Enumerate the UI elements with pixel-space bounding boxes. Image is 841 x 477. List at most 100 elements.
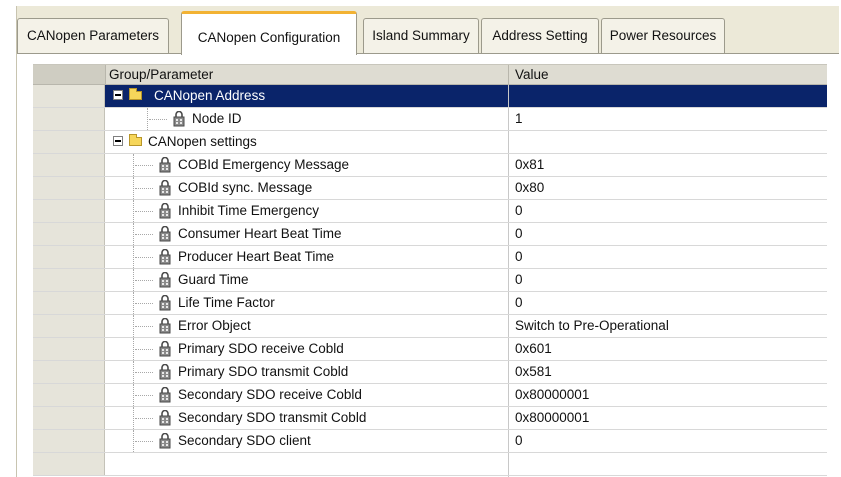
folder-icon (129, 88, 142, 100)
value-cell[interactable]: 0x81 (508, 154, 827, 176)
row-selector[interactable] (33, 292, 105, 314)
row-selector[interactable] (33, 430, 105, 452)
parameter-row[interactable]: Secondary SDO client 0 (33, 430, 827, 453)
tab-island-summary[interactable]: Island Summary (363, 18, 479, 53)
value-cell[interactable]: 0x80000001 (508, 407, 827, 429)
parameter-row[interactable]: Node ID 1 (33, 108, 827, 131)
parameter-row[interactable]: Inhibit Time Emergency 0 (33, 200, 827, 223)
parameter-row[interactable]: Error Object Switch to Pre-Operational (33, 315, 827, 338)
parameter-cell[interactable]: COBId Emergency Message (105, 154, 508, 176)
row-selector[interactable] (33, 154, 105, 176)
lock-icon (159, 225, 171, 242)
parameter-cell[interactable]: Node ID (105, 108, 508, 130)
tree-connector (135, 441, 153, 442)
tab-underline (17, 53, 839, 54)
header-group-parameter[interactable]: Group/Parameter (109, 65, 213, 84)
parameter-label: Node ID (192, 111, 242, 126)
tree-line (133, 407, 134, 429)
row-selector[interactable] (33, 108, 105, 130)
value-cell[interactable]: 0x581 (508, 361, 827, 383)
tree-line (133, 430, 134, 452)
row-selector[interactable] (33, 223, 105, 245)
parameter-cell[interactable]: Consumer Heart Beat Time (105, 223, 508, 245)
parameter-value: 0x80000001 (515, 387, 590, 402)
tree-connector (135, 303, 153, 304)
parameter-row[interactable]: COBId Emergency Message 0x81 (33, 154, 827, 177)
parameter-cell[interactable]: COBId sync. Message (105, 177, 508, 199)
tab-canopen-parameters[interactable]: CANopen Parameters (17, 18, 169, 53)
value-cell[interactable]: 1 (508, 108, 827, 130)
value-cell[interactable]: 0x601 (508, 338, 827, 360)
parameter-value: 0x601 (515, 341, 552, 356)
parameter-cell[interactable]: Secondary SDO client (105, 430, 508, 452)
parameter-cell[interactable]: Secondary SDO receive Cobld (105, 384, 508, 406)
value-cell[interactable]: Switch to Pre-Operational (508, 315, 827, 337)
tab-bar: CANopen Parameters CANopen Configuration… (17, 6, 839, 55)
value-cell[interactable]: 0 (508, 223, 827, 245)
row-selector[interactable] (33, 246, 105, 268)
group-cell[interactable]: CANopen settings (105, 131, 508, 153)
parameter-row[interactable]: Primary SDO transmit Cobld 0x581 (33, 361, 827, 384)
row-selector[interactable] (33, 85, 105, 107)
parameter-cell[interactable]: Producer Heart Beat Time (105, 246, 508, 268)
parameter-row[interactable]: Consumer Heart Beat Time 0 (33, 223, 827, 246)
parameter-row[interactable]: Producer Heart Beat Time 0 (33, 246, 827, 269)
parameter-label: Life Time Factor (178, 295, 275, 310)
value-cell[interactable]: 0 (508, 246, 827, 268)
value-cell[interactable]: 0x80 (508, 177, 827, 199)
row-selector[interactable] (33, 315, 105, 337)
group-row[interactable]: CANopen settings (33, 131, 827, 154)
value-cell[interactable]: 0x80000001 (508, 384, 827, 406)
parameter-cell[interactable]: Inhibit Time Emergency (105, 200, 508, 222)
row-selector[interactable] (33, 338, 105, 360)
parameter-label: Consumer Heart Beat Time (178, 226, 342, 241)
lock-icon (159, 294, 171, 311)
collapse-icon[interactable] (113, 90, 123, 100)
parameter-value: 1 (515, 111, 523, 126)
lock-icon (159, 386, 171, 403)
header-value[interactable]: Value (508, 65, 827, 84)
value-cell[interactable]: 0 (508, 200, 827, 222)
empty-row (33, 453, 827, 476)
parameter-row[interactable]: Guard Time 0 (33, 269, 827, 292)
group-cell[interactable]: CANopen Address (105, 85, 508, 107)
parameter-cell[interactable]: Guard Time (105, 269, 508, 291)
parameter-label: Inhibit Time Emergency (178, 203, 320, 218)
row-selector[interactable] (33, 200, 105, 222)
group-row[interactable]: CANopen Address (33, 85, 827, 108)
folder-icon (129, 134, 142, 146)
parameter-cell[interactable]: Error Object (105, 315, 508, 337)
parameter-row[interactable]: Primary SDO receive Cobld 0x601 (33, 338, 827, 361)
row-selector[interactable] (33, 407, 105, 429)
group-label: CANopen settings (148, 134, 257, 149)
parameter-row[interactable]: COBId sync. Message 0x80 (33, 177, 827, 200)
parameter-cell[interactable]: Primary SDO receive Cobld (105, 338, 508, 360)
tree-line (133, 223, 134, 245)
tree-line (133, 361, 134, 383)
parameter-cell[interactable]: Secondary SDO transmit Cobld (105, 407, 508, 429)
tab-canopen-configuration[interactable]: CANopen Configuration (181, 11, 357, 55)
row-selector[interactable] (33, 131, 105, 153)
tab-address-setting[interactable]: Address Setting (481, 18, 599, 53)
tab-power-resources[interactable]: Power Resources (601, 18, 725, 53)
parameter-label: Secondary SDO client (178, 433, 311, 448)
value-cell[interactable]: 0 (508, 292, 827, 314)
row-selector[interactable] (33, 177, 105, 199)
lock-icon (159, 317, 171, 334)
tree-connector (135, 349, 153, 350)
row-selector[interactable] (33, 269, 105, 291)
parameter-row[interactable]: Secondary SDO transmit Cobld 0x80000001 (33, 407, 827, 430)
parameter-label: Primary SDO receive Cobld (178, 341, 344, 356)
group-value-cell (508, 85, 827, 107)
parameter-cell[interactable]: Primary SDO transmit Cobld (105, 361, 508, 383)
parameter-row[interactable]: Life Time Factor 0 (33, 292, 827, 315)
parameter-cell[interactable]: Life Time Factor (105, 292, 508, 314)
parameter-value: 0 (515, 433, 523, 448)
value-cell[interactable]: 0 (508, 430, 827, 452)
value-cell[interactable]: 0 (508, 269, 827, 291)
row-selector[interactable] (33, 361, 105, 383)
collapse-icon[interactable] (113, 136, 123, 146)
tree-connector (135, 211, 153, 212)
parameter-row[interactable]: Secondary SDO receive Cobld 0x80000001 (33, 384, 827, 407)
row-selector[interactable] (33, 384, 105, 406)
